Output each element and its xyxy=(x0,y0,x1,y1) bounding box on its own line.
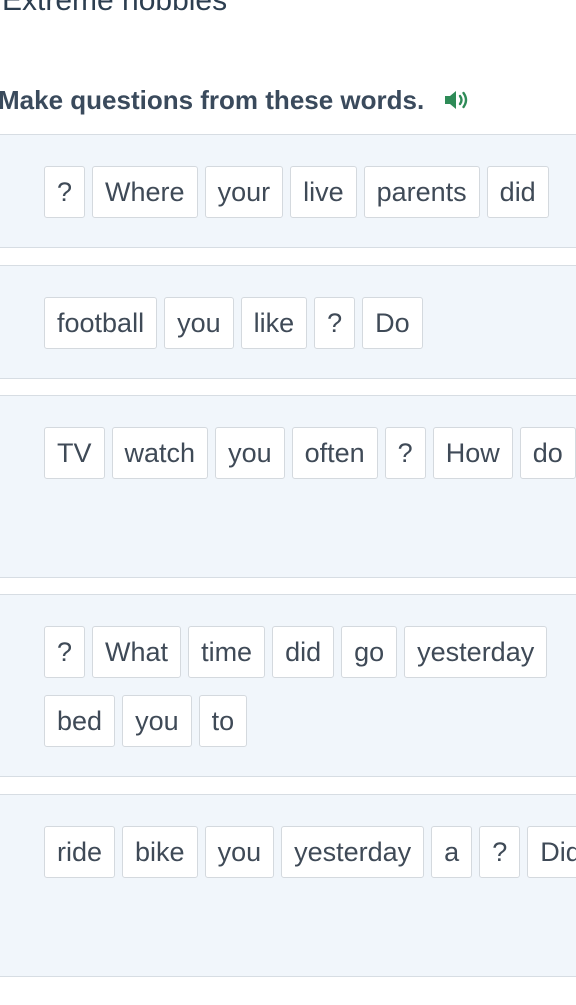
word-bank-1: ? Where your live parents did xyxy=(44,166,576,235)
word-tile[interactable]: like xyxy=(240,297,308,349)
sentence-panel-1: ? Where your live parents did xyxy=(0,134,576,248)
sentence-panel-2: football you like ? Do xyxy=(0,265,576,379)
word-tile[interactable]: bike xyxy=(122,826,198,878)
word-tile[interactable]: time xyxy=(188,626,266,678)
word-tile[interactable]: did xyxy=(486,166,549,218)
word-tile[interactable]: bed xyxy=(44,695,116,747)
word-bank-3: TV watch you often ? How do xyxy=(44,427,576,496)
word-tile[interactable]: football xyxy=(44,297,158,349)
word-tile[interactable]: yesterday xyxy=(281,826,425,878)
word-tile[interactable]: a xyxy=(431,826,473,878)
sentence-panel-3: TV watch you often ? How do xyxy=(0,395,576,578)
word-tile[interactable]: Where xyxy=(92,166,198,218)
word-tile[interactable]: parents xyxy=(363,166,480,218)
word-tile[interactable]: ? xyxy=(384,427,426,479)
word-tile[interactable]: you xyxy=(164,297,234,349)
word-tile[interactable]: ? xyxy=(44,166,86,218)
word-bank-5: ride bike you yesterday a ? Did xyxy=(44,826,576,895)
page-title: Extreme hobbies xyxy=(2,0,228,17)
play-audio-button[interactable] xyxy=(442,85,472,115)
word-tile[interactable]: ride xyxy=(44,826,116,878)
word-tile[interactable]: to xyxy=(198,695,248,747)
word-tile[interactable]: you xyxy=(215,427,285,479)
word-tile[interactable]: do xyxy=(519,427,576,479)
word-tile[interactable]: ? xyxy=(44,626,86,678)
word-tile[interactable]: you xyxy=(204,826,275,878)
speaker-icon xyxy=(445,91,468,109)
sentence-panel-4: ? What time did go yesterday bed you to xyxy=(0,594,576,777)
word-tile[interactable]: What xyxy=(92,626,182,678)
word-tile[interactable]: Did xyxy=(527,826,576,878)
sentence-panel-5: ride bike you yesterday a ? Did xyxy=(0,794,576,977)
word-bank-2: football you like ? Do xyxy=(44,297,576,366)
instruction-row: Make questions from these words. xyxy=(0,82,472,118)
word-tile[interactable]: Do xyxy=(362,297,423,349)
word-tile[interactable]: often xyxy=(291,427,378,479)
word-tile[interactable]: live xyxy=(290,166,357,218)
word-tile[interactable]: did xyxy=(272,626,335,678)
word-tile[interactable]: you xyxy=(122,695,192,747)
word-tile[interactable]: watch xyxy=(111,427,209,479)
word-tile[interactable]: ? xyxy=(314,297,356,349)
word-tile[interactable]: TV xyxy=(44,427,105,479)
instruction-text: Make questions from these words. xyxy=(0,84,425,115)
word-tile[interactable]: yesterday xyxy=(404,626,548,678)
word-bank-4: ? What time did go yesterday bed you to xyxy=(44,626,576,764)
word-tile[interactable]: your xyxy=(204,166,284,218)
word-tile[interactable]: go xyxy=(341,626,398,678)
word-tile[interactable]: How xyxy=(432,427,513,479)
word-tile[interactable]: ? xyxy=(479,826,521,878)
exercise-page: Extreme hobbies Make questions from thes… xyxy=(0,0,576,1005)
